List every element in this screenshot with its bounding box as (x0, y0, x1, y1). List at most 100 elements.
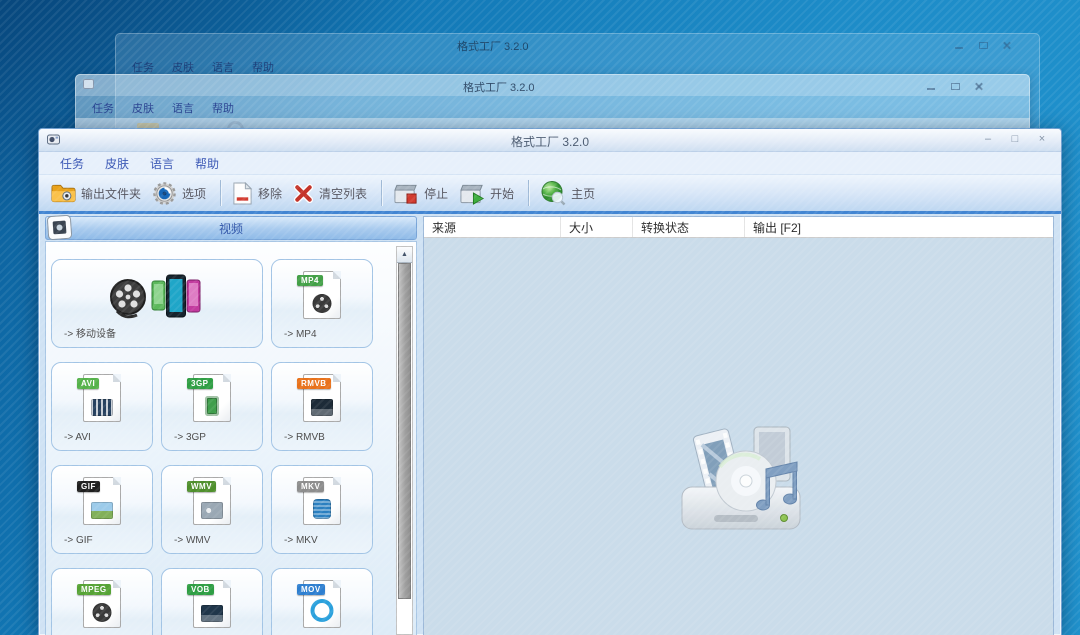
remove-item-button[interactable]: 移除 (232, 181, 283, 205)
mov-format-button[interactable]: MOV-> MOV (271, 568, 373, 635)
scroll-up-arrow-icon[interactable]: ▲ (397, 247, 412, 263)
3gp-format-button[interactable]: 3GP -> 3GP (161, 362, 263, 451)
format-art (310, 599, 334, 622)
format-sidebar: -> 移动设备 MP4 -> MP4 AVI -> AVI 3GP -> 3GP RMVB ->… (45, 241, 417, 635)
app-icon (83, 79, 94, 89)
toolbar-button-label: 选项 (182, 186, 207, 201)
wmv-format-icon: WMV (162, 477, 262, 525)
toolbar-button-label: 输出文件夹 (81, 186, 142, 201)
stop-icon (393, 182, 419, 205)
mkv-format-icon: MKV (272, 477, 372, 525)
window-title: 格式工厂 3.2.0 (463, 82, 535, 94)
close-icon[interactable] (975, 83, 984, 90)
avi-format-icon: AVI (52, 374, 152, 422)
menu-bar: 任务 皮肤 语言 帮助 (115, 55, 1040, 75)
3gp-format-icon: 3GP (162, 374, 262, 422)
format-factory-window: 格式工厂 3.2.0 – □ × 任务 皮肤 语言 帮助 输出文件夹 选项 移除 清空列表 停… (38, 128, 1062, 635)
homepage-globe-icon (540, 180, 566, 206)
format-art (201, 502, 223, 519)
format-badge: VOB (187, 584, 214, 595)
format-art (205, 396, 219, 416)
desktop: 格式工厂 3.2.0 任务 皮肤 语言 帮助 格式工厂 3.2.0 任务 皮肤 语言 帮助 (0, 0, 1080, 635)
options-gear-button[interactable]: 选项 (152, 181, 206, 206)
menu-item-帮助[interactable]: 帮助 (252, 59, 274, 75)
column-header-4[interactable]: 输出 [F2] (745, 217, 1053, 237)
menu-item-皮肤[interactable]: 皮肤 (172, 59, 194, 75)
menu-item-语言[interactable]: 语言 (212, 59, 234, 75)
mpeg-format-button[interactable]: MPEG-> MPEG (51, 568, 153, 635)
toolbar: 输出文件夹 选项 移除 清空列表 停止 开始 主页 (39, 175, 1061, 211)
gif-format-icon: GIF (52, 477, 152, 525)
menu-item-皮肤[interactable]: 皮肤 (132, 100, 154, 116)
clear-list-button[interactable]: 清空列表 (293, 183, 367, 204)
menu-item-皮肤[interactable]: 皮肤 (105, 155, 129, 172)
task-list: 来源 大小 转换状态 输出 [F2] (423, 216, 1054, 635)
mobile-devices-button[interactable]: -> 移动设备 (51, 259, 263, 348)
mp4-format-icon: MP4 (272, 271, 372, 319)
menu-item-语言[interactable]: 语言 (150, 155, 174, 172)
minimize-icon[interactable] (927, 83, 936, 90)
wmv-format-button[interactable]: WMV -> WMV (161, 465, 263, 554)
format-button-label: -> WMV (174, 535, 211, 546)
rmvb-format-button[interactable]: RMVB -> RMVB (271, 362, 373, 451)
video-category-icon (46, 214, 73, 241)
format-badge: MOV (297, 584, 325, 595)
format-badge: WMV (187, 481, 217, 492)
menu-item-任务[interactable]: 任务 (92, 100, 114, 116)
menu-item-帮助[interactable]: 帮助 (195, 155, 219, 172)
background-window-titlebar[interactable]: 格式工厂 3.2.0 (115, 33, 1040, 55)
stop-button[interactable]: 停止 (393, 182, 448, 205)
maximize-icon[interactable] (951, 83, 960, 90)
toolbar-button-label: 移除 (258, 186, 283, 201)
format-art (91, 502, 113, 519)
start-button[interactable]: 开始 (459, 182, 514, 205)
mp4-format-button[interactable]: MP4 -> MP4 (271, 259, 373, 348)
maximize-icon[interactable] (979, 42, 988, 49)
menu-item-语言[interactable]: 语言 (172, 100, 194, 116)
minimize-icon[interactable] (955, 42, 964, 49)
close-button[interactable]: × (1033, 132, 1051, 147)
vob-format-button[interactable]: VOB-> VOB (161, 568, 263, 635)
output-folder-button[interactable]: 输出文件夹 (51, 183, 141, 203)
close-icon[interactable] (1003, 42, 1012, 49)
sidebar-header-video[interactable]: 视频 (45, 214, 417, 241)
window-controls (927, 83, 984, 90)
column-header-1[interactable]: 来源 (424, 217, 561, 237)
format-button-label: -> GIF (64, 535, 93, 546)
format-art (312, 294, 332, 313)
format-badge: MP4 (297, 275, 323, 286)
sidebar-scrollbar[interactable]: ▲ (396, 246, 413, 635)
column-header-3[interactable]: 转换状态 (633, 217, 745, 237)
vob-format-icon: VOB (162, 580, 262, 628)
mkv-format-button[interactable]: MKV -> MKV (271, 465, 373, 554)
menu-item-任务[interactable]: 任务 (60, 155, 84, 172)
minimize-button[interactable]: – (979, 132, 997, 147)
column-header-2[interactable]: 大小 (561, 217, 633, 237)
file-page-icon: MKV (297, 477, 341, 525)
menu-bar: 任务 皮肤 语言 帮助 (39, 152, 1061, 175)
format-badge: AVI (77, 378, 100, 389)
format-button-label: -> 移动设备 (64, 329, 116, 340)
format-badge: MKV (297, 481, 325, 492)
format-art (311, 399, 333, 416)
menu-item-任务[interactable]: 任务 (132, 59, 154, 75)
format-badge: 3GP (187, 378, 213, 389)
window-controls (955, 42, 1012, 49)
homepage-globe-button[interactable]: 主页 (540, 180, 595, 206)
titlebar[interactable]: 格式工厂 3.2.0 – □ × (39, 129, 1061, 152)
scrollbar-thumb[interactable] (398, 263, 411, 599)
menu-item-帮助[interactable]: 帮助 (212, 100, 234, 116)
file-page-icon: MOV (297, 580, 341, 628)
gif-format-button[interactable]: GIF -> GIF (51, 465, 153, 554)
format-art (313, 499, 331, 519)
rmvb-format-icon: RMVB (272, 374, 372, 422)
background-window-titlebar[interactable]: 格式工厂 3.2.0 (75, 74, 1030, 96)
remove-item-icon (232, 181, 253, 205)
start-icon (459, 182, 485, 205)
file-page-icon: MP4 (297, 271, 341, 319)
format-button-label: -> 3GP (174, 432, 206, 443)
format-button-label: -> MP4 (284, 329, 317, 340)
mobile-devices-icon (52, 271, 262, 325)
maximize-button[interactable]: □ (1006, 132, 1024, 147)
avi-format-button[interactable]: AVI -> AVI (51, 362, 153, 451)
